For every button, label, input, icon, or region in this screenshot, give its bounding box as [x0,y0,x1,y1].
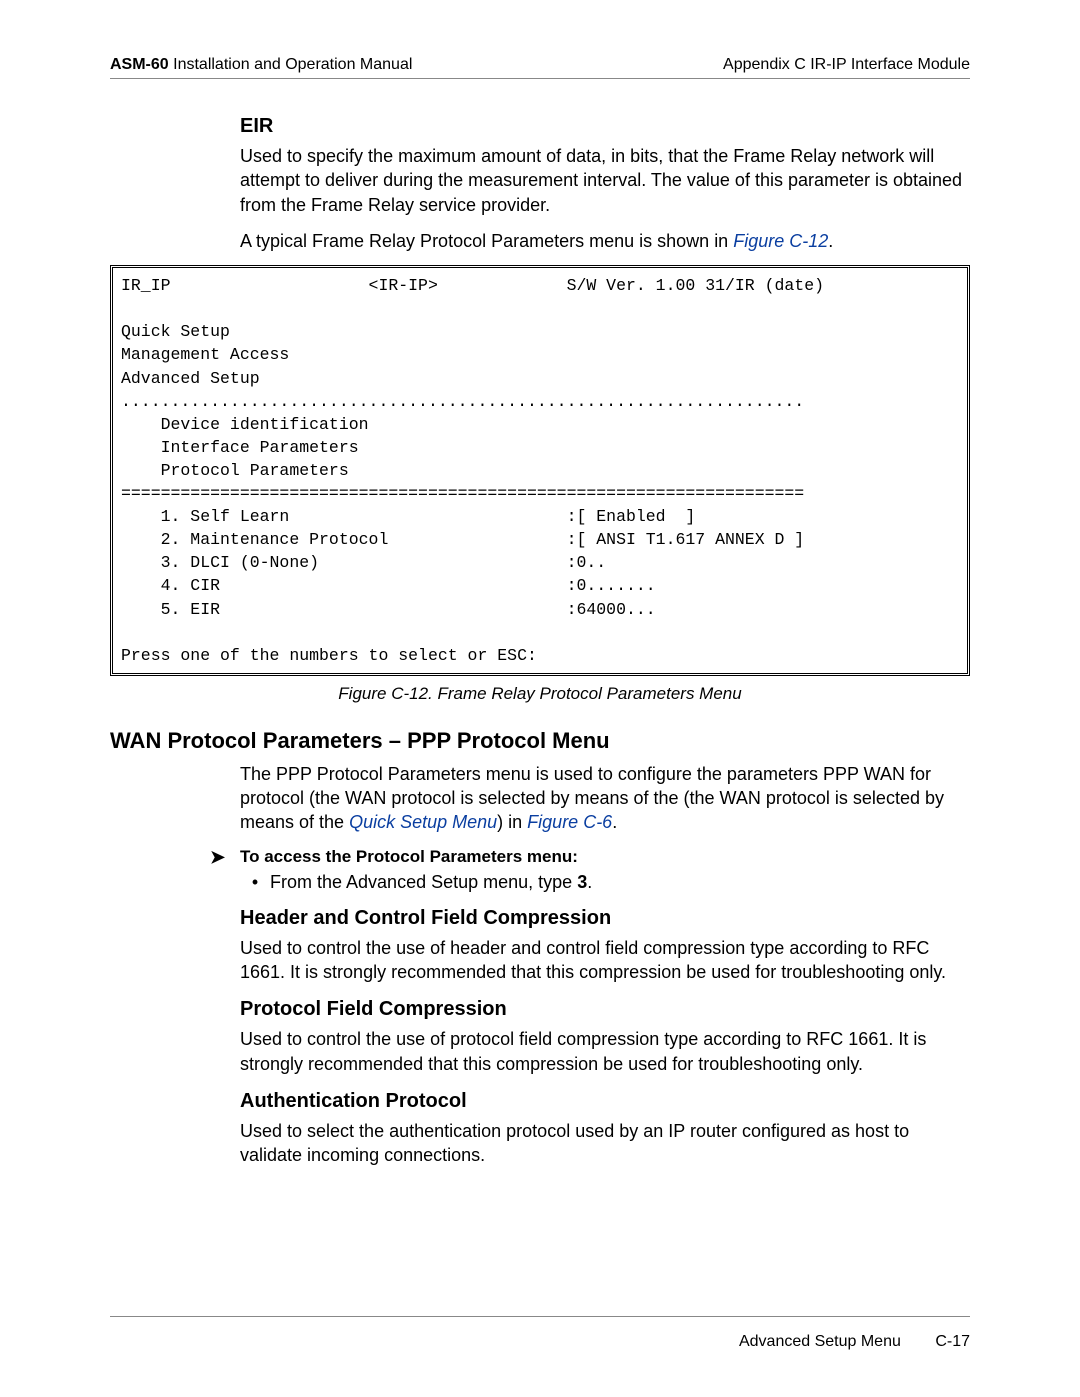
wan-para: The PPP Protocol Parameters menu is used… [240,762,970,835]
auth-para: Used to select the authentication protoc… [240,1119,970,1168]
hcfc-para: Used to control the use of header and co… [240,936,970,985]
eir-para-2: A typical Frame Relay Protocol Parameter… [240,229,970,253]
header-left: ASM-60 Installation and Operation Manual [110,56,412,74]
figure-c6-link[interactable]: Figure C-6 [527,812,612,832]
bullet-icon: • [240,872,270,893]
footer-label: Advanced Setup Menu [739,1333,901,1350]
quick-setup-link[interactable]: Quick Setup Menu [349,812,497,832]
header-right: Appendix C IR-IP Interface Module [723,56,970,74]
wan-heading: WAN Protocol Parameters – PPP Protocol M… [110,728,970,754]
page-number: C-17 [935,1333,970,1350]
figure-link[interactable]: Figure C-12 [733,231,828,251]
figure-caption: Figure C-12. Frame Relay Protocol Parame… [110,684,970,704]
pfc-heading: Protocol Field Compression [240,998,970,1021]
pfc-para: Used to control the use of protocol fiel… [240,1027,970,1076]
manual-title: Installation and Operation Manual [169,56,413,73]
eir-para-1: Used to specify the maximum amount of da… [240,144,970,217]
eir-heading: EIR [240,115,970,138]
bullet-text: From the Advanced Setup menu, type 3. [270,872,592,893]
content-area: EIR Used to specify the maximum amount o… [110,79,970,1167]
procedure-row: ➤ To access the Protocol Parameters menu… [210,847,970,868]
page-header: ASM-60 Installation and Operation Manual… [110,56,970,79]
product-name: ASM-60 [110,56,169,73]
terminal-screen: IR_IP <IR-IP> S/W Ver. 1.00 31/IR (date)… [110,265,970,676]
procedure-title: To access the Protocol Parameters menu: [240,847,578,867]
bullet-row: • From the Advanced Setup menu, type 3. [240,872,970,893]
footer-rule [110,1316,970,1317]
page: ASM-60 Installation and Operation Manual… [0,0,1080,1397]
auth-heading: Authentication Protocol [240,1090,970,1113]
hcfc-heading: Header and Control Field Compression [240,907,970,930]
procedure-arrow-icon: ➤ [210,847,240,868]
page-footer: Advanced Setup Menu C-17 [739,1333,970,1351]
